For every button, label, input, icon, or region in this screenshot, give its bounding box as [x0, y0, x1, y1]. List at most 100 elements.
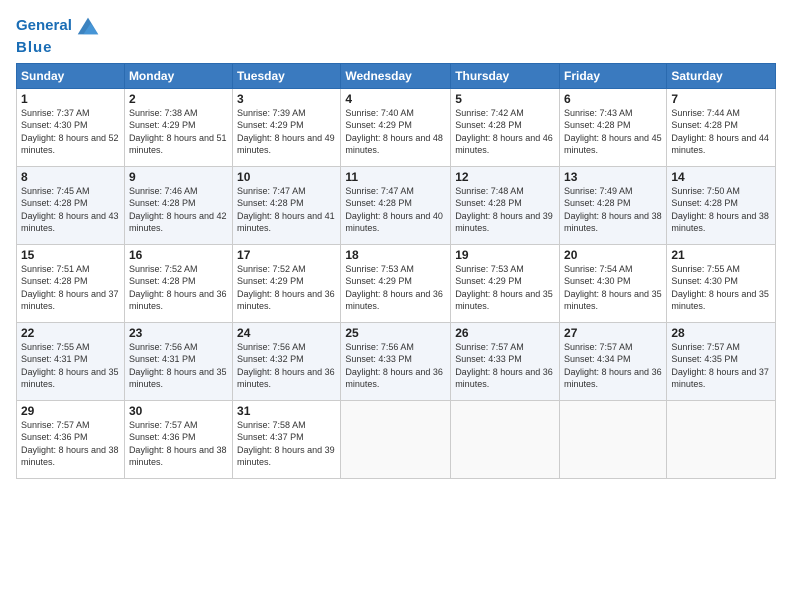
day-number: 3	[237, 92, 336, 106]
calendar-cell: 13 Sunrise: 7:49 AMSunset: 4:28 PMDaylig…	[560, 166, 667, 244]
day-number: 4	[345, 92, 446, 106]
calendar-cell	[667, 400, 776, 478]
calendar-cell: 9 Sunrise: 7:46 AMSunset: 4:28 PMDayligh…	[124, 166, 232, 244]
day-info: Sunrise: 7:38 AMSunset: 4:29 PMDaylight:…	[129, 107, 228, 157]
calendar-cell: 21 Sunrise: 7:55 AMSunset: 4:30 PMDaylig…	[667, 244, 776, 322]
day-number: 19	[455, 248, 555, 262]
page: General Blue SundayMondayTuesdayWednesda…	[0, 0, 792, 612]
calendar-cell: 18 Sunrise: 7:53 AMSunset: 4:29 PMDaylig…	[341, 244, 451, 322]
calendar-cell: 19 Sunrise: 7:53 AMSunset: 4:29 PMDaylig…	[451, 244, 560, 322]
day-number: 21	[671, 248, 771, 262]
day-number: 7	[671, 92, 771, 106]
day-info: Sunrise: 7:39 AMSunset: 4:29 PMDaylight:…	[237, 107, 336, 157]
day-info: Sunrise: 7:52 AMSunset: 4:29 PMDaylight:…	[237, 263, 336, 313]
day-number: 9	[129, 170, 228, 184]
calendar-cell: 16 Sunrise: 7:52 AMSunset: 4:28 PMDaylig…	[124, 244, 232, 322]
day-number: 2	[129, 92, 228, 106]
day-info: Sunrise: 7:57 AMSunset: 4:33 PMDaylight:…	[455, 341, 555, 391]
calendar-week-row: 15 Sunrise: 7:51 AMSunset: 4:28 PMDaylig…	[17, 244, 776, 322]
day-info: Sunrise: 7:42 AMSunset: 4:28 PMDaylight:…	[455, 107, 555, 157]
logo-text: General	[16, 18, 72, 35]
calendar-cell	[341, 400, 451, 478]
logo-text-blue: Blue	[16, 40, 102, 57]
day-info: Sunrise: 7:47 AMSunset: 4:28 PMDaylight:…	[345, 185, 446, 235]
day-info: Sunrise: 7:52 AMSunset: 4:28 PMDaylight:…	[129, 263, 228, 313]
calendar-cell: 14 Sunrise: 7:50 AMSunset: 4:28 PMDaylig…	[667, 166, 776, 244]
calendar-cell: 22 Sunrise: 7:55 AMSunset: 4:31 PMDaylig…	[17, 322, 125, 400]
calendar-cell: 5 Sunrise: 7:42 AMSunset: 4:28 PMDayligh…	[451, 88, 560, 166]
day-number: 5	[455, 92, 555, 106]
calendar-cell: 26 Sunrise: 7:57 AMSunset: 4:33 PMDaylig…	[451, 322, 560, 400]
day-number: 23	[129, 326, 228, 340]
calendar-cell: 10 Sunrise: 7:47 AMSunset: 4:28 PMDaylig…	[233, 166, 341, 244]
day-number: 6	[564, 92, 662, 106]
calendar-cell: 1 Sunrise: 7:37 AMSunset: 4:30 PMDayligh…	[17, 88, 125, 166]
calendar-day-header: Wednesday	[341, 63, 451, 88]
calendar-week-row: 29 Sunrise: 7:57 AMSunset: 4:36 PMDaylig…	[17, 400, 776, 478]
day-info: Sunrise: 7:47 AMSunset: 4:28 PMDaylight:…	[237, 185, 336, 235]
day-info: Sunrise: 7:37 AMSunset: 4:30 PMDaylight:…	[21, 107, 120, 157]
calendar-day-header: Friday	[560, 63, 667, 88]
calendar-cell: 17 Sunrise: 7:52 AMSunset: 4:29 PMDaylig…	[233, 244, 341, 322]
day-number: 16	[129, 248, 228, 262]
calendar-day-header: Tuesday	[233, 63, 341, 88]
day-number: 13	[564, 170, 662, 184]
calendar-cell: 11 Sunrise: 7:47 AMSunset: 4:28 PMDaylig…	[341, 166, 451, 244]
calendar-cell: 31 Sunrise: 7:58 AMSunset: 4:37 PMDaylig…	[233, 400, 341, 478]
day-number: 14	[671, 170, 771, 184]
calendar-day-header: Monday	[124, 63, 232, 88]
day-number: 22	[21, 326, 120, 340]
calendar-cell: 4 Sunrise: 7:40 AMSunset: 4:29 PMDayligh…	[341, 88, 451, 166]
calendar-table: SundayMondayTuesdayWednesdayThursdayFrid…	[16, 63, 776, 479]
calendar-week-row: 8 Sunrise: 7:45 AMSunset: 4:28 PMDayligh…	[17, 166, 776, 244]
calendar-cell: 27 Sunrise: 7:57 AMSunset: 4:34 PMDaylig…	[560, 322, 667, 400]
day-number: 11	[345, 170, 446, 184]
day-info: Sunrise: 7:44 AMSunset: 4:28 PMDaylight:…	[671, 107, 771, 157]
calendar-cell: 2 Sunrise: 7:38 AMSunset: 4:29 PMDayligh…	[124, 88, 232, 166]
calendar-cell: 7 Sunrise: 7:44 AMSunset: 4:28 PMDayligh…	[667, 88, 776, 166]
calendar-cell: 24 Sunrise: 7:56 AMSunset: 4:32 PMDaylig…	[233, 322, 341, 400]
calendar-cell: 28 Sunrise: 7:57 AMSunset: 4:35 PMDaylig…	[667, 322, 776, 400]
day-number: 8	[21, 170, 120, 184]
day-number: 24	[237, 326, 336, 340]
calendar-day-header: Sunday	[17, 63, 125, 88]
day-info: Sunrise: 7:43 AMSunset: 4:28 PMDaylight:…	[564, 107, 662, 157]
day-number: 26	[455, 326, 555, 340]
day-info: Sunrise: 7:55 AMSunset: 4:30 PMDaylight:…	[671, 263, 771, 313]
day-info: Sunrise: 7:53 AMSunset: 4:29 PMDaylight:…	[345, 263, 446, 313]
day-info: Sunrise: 7:46 AMSunset: 4:28 PMDaylight:…	[129, 185, 228, 235]
day-info: Sunrise: 7:51 AMSunset: 4:28 PMDaylight:…	[21, 263, 120, 313]
day-info: Sunrise: 7:58 AMSunset: 4:37 PMDaylight:…	[237, 419, 336, 469]
day-info: Sunrise: 7:55 AMSunset: 4:31 PMDaylight:…	[21, 341, 120, 391]
calendar-cell: 30 Sunrise: 7:57 AMSunset: 4:36 PMDaylig…	[124, 400, 232, 478]
calendar-cell: 29 Sunrise: 7:57 AMSunset: 4:36 PMDaylig…	[17, 400, 125, 478]
calendar-cell: 25 Sunrise: 7:56 AMSunset: 4:33 PMDaylig…	[341, 322, 451, 400]
day-info: Sunrise: 7:50 AMSunset: 4:28 PMDaylight:…	[671, 185, 771, 235]
day-number: 28	[671, 326, 771, 340]
day-info: Sunrise: 7:57 AMSunset: 4:36 PMDaylight:…	[21, 419, 120, 469]
day-info: Sunrise: 7:48 AMSunset: 4:28 PMDaylight:…	[455, 185, 555, 235]
calendar-cell	[560, 400, 667, 478]
day-info: Sunrise: 7:53 AMSunset: 4:29 PMDaylight:…	[455, 263, 555, 313]
day-number: 15	[21, 248, 120, 262]
day-info: Sunrise: 7:56 AMSunset: 4:32 PMDaylight:…	[237, 341, 336, 391]
calendar-cell: 20 Sunrise: 7:54 AMSunset: 4:30 PMDaylig…	[560, 244, 667, 322]
day-number: 25	[345, 326, 446, 340]
day-number: 17	[237, 248, 336, 262]
day-info: Sunrise: 7:57 AMSunset: 4:34 PMDaylight:…	[564, 341, 662, 391]
day-info: Sunrise: 7:57 AMSunset: 4:35 PMDaylight:…	[671, 341, 771, 391]
day-info: Sunrise: 7:45 AMSunset: 4:28 PMDaylight:…	[21, 185, 120, 235]
calendar-week-row: 22 Sunrise: 7:55 AMSunset: 4:31 PMDaylig…	[17, 322, 776, 400]
calendar-day-header: Saturday	[667, 63, 776, 88]
logo-icon	[74, 12, 102, 40]
day-number: 20	[564, 248, 662, 262]
day-number: 12	[455, 170, 555, 184]
calendar-cell: 15 Sunrise: 7:51 AMSunset: 4:28 PMDaylig…	[17, 244, 125, 322]
day-info: Sunrise: 7:56 AMSunset: 4:33 PMDaylight:…	[345, 341, 446, 391]
calendar-cell: 3 Sunrise: 7:39 AMSunset: 4:29 PMDayligh…	[233, 88, 341, 166]
day-info: Sunrise: 7:54 AMSunset: 4:30 PMDaylight:…	[564, 263, 662, 313]
calendar-header-row: SundayMondayTuesdayWednesdayThursdayFrid…	[17, 63, 776, 88]
header: General Blue	[16, 12, 776, 57]
day-number: 27	[564, 326, 662, 340]
day-number: 18	[345, 248, 446, 262]
